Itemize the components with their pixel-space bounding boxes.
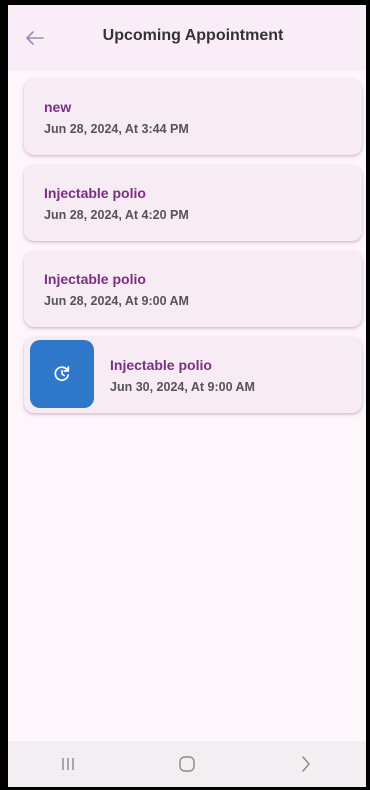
appointment-datetime: Jun 28, 2024, At 3:44 PM (44, 122, 189, 136)
app-screen: Upcoming Appointment new Jun 28, 2024, A… (0, 0, 370, 790)
appointment-name: Injectable polio (44, 185, 146, 201)
appointment-name: new (44, 99, 72, 115)
appointment-card[interactable]: Injectable polio Jun 28, 2024, At 9:00 A… (24, 251, 362, 327)
appointment-card[interactable]: Injectable polio Jun 30, 2024, At 9:00 A… (24, 337, 362, 413)
recents-button[interactable] (48, 749, 88, 779)
page-title: Upcoming Appointment (102, 27, 284, 44)
appointment-name: Injectable polio (110, 357, 212, 373)
home-button[interactable] (167, 749, 207, 779)
appointment-list: new Jun 28, 2024, At 3:44 PM Injectable … (24, 79, 362, 423)
app-bar: Upcoming Appointment (8, 5, 366, 71)
reschedule-button[interactable] (30, 340, 94, 408)
appointment-card[interactable]: Injectable polio Jun 28, 2024, At 4:20 P… (24, 165, 362, 241)
chevron-right-icon (302, 756, 311, 772)
home-icon (179, 756, 195, 772)
system-nav-bar (8, 741, 366, 787)
appointment-datetime: Jun 30, 2024, At 9:00 AM (110, 380, 255, 394)
recents-icon (61, 758, 74, 770)
appointment-name: Injectable polio (44, 271, 146, 287)
appointment-datetime: Jun 28, 2024, At 4:20 PM (44, 208, 189, 222)
reschedule-icon (54, 366, 70, 381)
appointment-datetime: Jun 28, 2024, At 9:00 AM (44, 294, 189, 308)
appointment-card[interactable]: new Jun 28, 2024, At 3:44 PM (24, 79, 362, 155)
nav-back-button[interactable] (286, 749, 326, 779)
